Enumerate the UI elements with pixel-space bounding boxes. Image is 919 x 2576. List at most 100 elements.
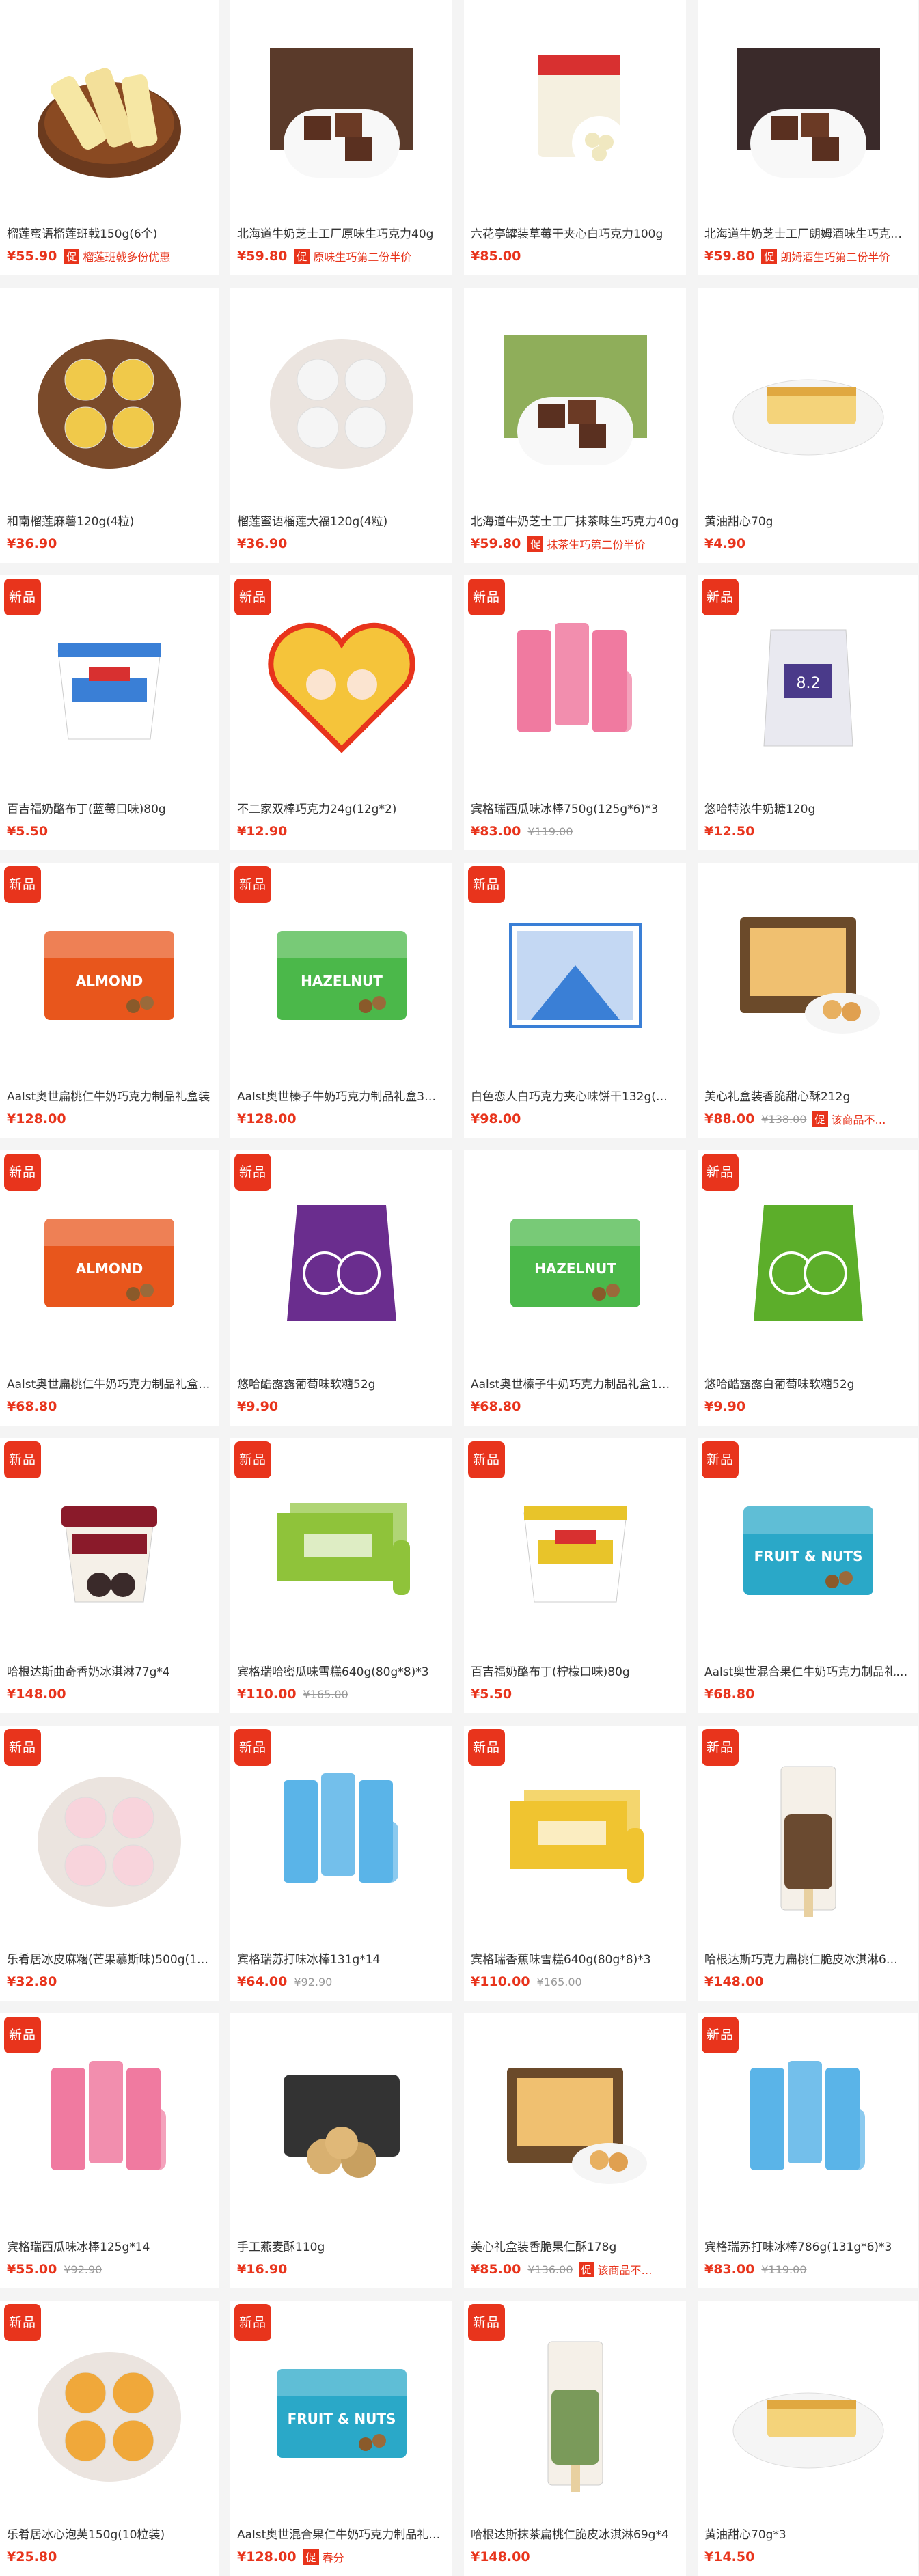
- product-card[interactable]: 榴莲蜜语榴莲大福120g(4粒) ¥36.90: [230, 288, 452, 563]
- product-name[interactable]: 北海道牛奶芝士工厂原味生巧克力40g: [237, 224, 445, 241]
- product-card[interactable]: 北海道牛奶芝士工厂抹茶味生巧克力40g ¥59.80 促抹茶生巧第二份半价: [464, 288, 686, 563]
- product-card[interactable]: 新品 哈根达斯抹茶扁桃仁脆皮冰淇淋69g*4 ¥148.00: [464, 2301, 686, 2576]
- product-card[interactable]: 新品 宾格瑞香蕉味雪糕640g(80g*8)*3 ¥110.00 ¥165.00: [464, 1726, 686, 2001]
- product-card[interactable]: 新品 哈根达斯巧克力扁桃仁脆皮冰淇淋6… ¥148.00: [698, 1726, 918, 2001]
- product-name[interactable]: 黄油甜心70g: [704, 512, 911, 529]
- product-card[interactable]: 新品 ALMOND Aalst奥世扁桃仁牛奶巧克力制品礼盒… ¥68.80: [0, 1150, 219, 1426]
- product-card[interactable]: 新品 哈根达斯曲奇香奶冰淇淋77g*4 ¥148.00: [0, 1438, 219, 1713]
- product-name[interactable]: 悠哈特浓牛奶糖120g: [704, 799, 911, 816]
- product-image[interactable]: [490, 890, 661, 1061]
- product-name[interactable]: 哈根达斯抹茶扁桃仁脆皮冰淇淋69g*4: [471, 2525, 679, 2542]
- product-image[interactable]: [723, 1178, 894, 1348]
- product-name[interactable]: Aalst奥世混合果仁牛奶巧克力制品礼…: [704, 1662, 911, 1679]
- product-image[interactable]: FRUIT & NUTS: [723, 1465, 894, 1636]
- product-card[interactable]: 北海道牛奶芝士工厂朗姆酒味生巧克力40g ¥59.80 促朗姆酒生巧第二份半价: [698, 0, 918, 275]
- product-image[interactable]: [723, 2040, 894, 2211]
- product-card[interactable]: 黄油甜心70g*3 ¥14.50: [698, 2301, 918, 2576]
- product-name[interactable]: 悠哈酷露露白葡萄味软糖52g: [704, 1374, 911, 1391]
- product-card[interactable]: 手工燕麦酥110g ¥16.90: [230, 2013, 452, 2288]
- product-card[interactable]: 新品 悠哈酷露露白葡萄味软糖52g ¥9.90: [698, 1150, 918, 1426]
- product-image[interactable]: [256, 27, 427, 198]
- product-card[interactable]: 新品 不二家双棒巧克力24g(12g*2) ¥12.90: [230, 575, 452, 850]
- product-image[interactable]: ALMOND: [24, 1178, 195, 1348]
- product-card[interactable]: 新品 宾格瑞哈密瓜味雪糕640g(80g*8)*3 ¥110.00 ¥165.00: [230, 1438, 452, 1713]
- product-card[interactable]: 新品 百吉福奶酪布丁(柠檬口味)80g ¥5.50: [464, 1438, 686, 1713]
- product-name[interactable]: 百吉福奶酪布丁(柠檬口味)80g: [471, 1662, 679, 1679]
- product-name[interactable]: 乐肴居冰心泡芙150g(10粒装): [7, 2525, 212, 2542]
- product-image[interactable]: [490, 1753, 661, 1924]
- product-name[interactable]: 宾格瑞西瓜味冰棒750g(125g*6)*3: [471, 799, 679, 816]
- product-card[interactable]: 新品 宾格瑞苏打味冰棒131g*14 ¥64.00 ¥92.90: [230, 1726, 452, 2001]
- product-name[interactable]: 乐肴居冰皮麻糬(芒果慕斯味)500g(1…: [7, 1950, 212, 1967]
- product-card[interactable]: 新品 HAZELNUT Aalst奥世榛子牛奶巧克力制品礼盒3… ¥128.00: [230, 863, 452, 1138]
- product-image[interactable]: [256, 1753, 427, 1924]
- product-image[interactable]: [723, 2328, 894, 2499]
- product-image[interactable]: [490, 2328, 661, 2499]
- product-image[interactable]: [490, 315, 661, 486]
- product-name[interactable]: Aalst奥世榛子牛奶巧克力制品礼盒1…: [471, 1374, 679, 1391]
- product-name[interactable]: 北海道牛奶芝士工厂抹茶味生巧克力40g: [471, 512, 679, 529]
- product-card[interactable]: 新品 宾格瑞西瓜味冰棒125g*14 ¥55.00 ¥92.90: [0, 2013, 219, 2288]
- product-card[interactable]: 新品 ALMOND Aalst奥世扁桃仁牛奶巧克力制品礼盒装 ¥128.00: [0, 863, 219, 1138]
- product-name[interactable]: 悠哈酷露露葡萄味软糖52g: [237, 1374, 445, 1391]
- product-name[interactable]: Aalst奥世扁桃仁牛奶巧克力制品礼盒…: [7, 1374, 212, 1391]
- product-name[interactable]: 百吉福奶酪布丁(蓝莓口味)80g: [7, 799, 212, 816]
- product-name[interactable]: 哈根达斯巧克力扁桃仁脆皮冰淇淋6…: [704, 1950, 911, 1967]
- product-name[interactable]: 宾格瑞苏打味冰棒131g*14: [237, 1950, 445, 1967]
- product-name[interactable]: 北海道牛奶芝士工厂朗姆酒味生巧克力40g: [704, 224, 911, 241]
- product-card[interactable]: 新品 宾格瑞西瓜味冰棒750g(125g*6)*3 ¥83.00 ¥119.00: [464, 575, 686, 850]
- product-name[interactable]: 宾格瑞香蕉味雪糕640g(80g*8)*3: [471, 1950, 679, 1967]
- product-image[interactable]: [723, 315, 894, 486]
- product-name[interactable]: 宾格瑞哈密瓜味雪糕640g(80g*8)*3: [237, 1662, 445, 1679]
- product-name[interactable]: 不二家双棒巧克力24g(12g*2): [237, 799, 445, 816]
- product-card[interactable]: 新品 乐肴居冰皮麻糬(芒果慕斯味)500g(1… ¥32.80: [0, 1726, 219, 2001]
- product-card[interactable]: HAZELNUT Aalst奥世榛子牛奶巧克力制品礼盒1… ¥68.80: [464, 1150, 686, 1426]
- product-card[interactable]: 黄油甜心70g ¥4.90: [698, 288, 918, 563]
- product-card[interactable]: 榴莲蜜语榴莲班戟150g(6个) ¥55.90 促榴莲班戟多份优惠: [0, 0, 219, 275]
- product-card[interactable]: 新品 FRUIT & NUTS Aalst奥世混合果仁牛奶巧克力制品礼… ¥128…: [230, 2301, 452, 2576]
- product-image[interactable]: [24, 2328, 195, 2499]
- product-card[interactable]: 和南榴莲麻薯120g(4粒) ¥36.90: [0, 288, 219, 563]
- product-name[interactable]: Aalst奥世扁桃仁牛奶巧克力制品礼盒装: [7, 1087, 212, 1104]
- product-image[interactable]: FRUIT & NUTS: [256, 2328, 427, 2499]
- product-image[interactable]: [24, 1465, 195, 1636]
- product-image[interactable]: [24, 315, 195, 486]
- product-image[interactable]: [24, 2040, 195, 2211]
- product-name[interactable]: 美心礼盒装香脆果仁酥178g: [471, 2237, 679, 2254]
- product-name[interactable]: 六花亭罐装草莓干夹心白巧克力100g: [471, 224, 679, 241]
- product-image[interactable]: [256, 315, 427, 486]
- product-name[interactable]: 宾格瑞苏打味冰棒786g(131g*6)*3: [704, 2237, 911, 2254]
- product-image[interactable]: [24, 1753, 195, 1924]
- product-name[interactable]: 白色恋人白巧克力夹心味饼干132g(…: [471, 1087, 679, 1104]
- product-image[interactable]: [256, 603, 427, 773]
- product-image[interactable]: [723, 890, 894, 1061]
- product-card[interactable]: 新品 百吉福奶酪布丁(蓝莓口味)80g ¥5.50: [0, 575, 219, 850]
- product-name[interactable]: 和南榴莲麻薯120g(4粒): [7, 512, 212, 529]
- product-image[interactable]: 8.2: [723, 603, 894, 773]
- product-name[interactable]: 宾格瑞西瓜味冰棒125g*14: [7, 2237, 212, 2254]
- product-name[interactable]: 黄油甜心70g*3: [704, 2525, 911, 2542]
- product-image[interactable]: HAZELNUT: [490, 1178, 661, 1348]
- product-name[interactable]: 榴莲蜜语榴莲班戟150g(6个): [7, 224, 212, 241]
- product-name[interactable]: 哈根达斯曲奇香奶冰淇淋77g*4: [7, 1662, 212, 1679]
- product-card[interactable]: 新品 乐肴居冰心泡芙150g(10粒装) ¥25.80: [0, 2301, 219, 2576]
- product-image[interactable]: HAZELNUT: [256, 890, 427, 1061]
- product-name[interactable]: 手工燕麦酥110g: [237, 2237, 445, 2254]
- product-card[interactable]: 新品 白色恋人白巧克力夹心味饼干132g(… ¥98.00: [464, 863, 686, 1138]
- product-image[interactable]: [256, 2040, 427, 2211]
- product-name[interactable]: 美心礼盒装香脆甜心酥212g: [704, 1087, 911, 1104]
- product-card[interactable]: 新品 宾格瑞苏打味冰棒786g(131g*6)*3 ¥83.00 ¥119.00: [698, 2013, 918, 2288]
- product-card[interactable]: 新品 悠哈酷露露葡萄味软糖52g ¥9.90: [230, 1150, 452, 1426]
- product-name[interactable]: 榴莲蜜语榴莲大福120g(4粒): [237, 512, 445, 529]
- product-card[interactable]: 北海道牛奶芝士工厂原味生巧克力40g ¥59.80 促原味生巧第二份半价: [230, 0, 452, 275]
- product-image[interactable]: [490, 27, 661, 198]
- product-image[interactable]: [490, 2040, 661, 2211]
- product-image[interactable]: [24, 603, 195, 773]
- product-image[interactable]: [256, 1465, 427, 1636]
- product-image[interactable]: [256, 1178, 427, 1348]
- product-card[interactable]: 六花亭罐装草莓干夹心白巧克力100g ¥85.00: [464, 0, 686, 275]
- product-card[interactable]: 新品 FRUIT & NUTS Aalst奥世混合果仁牛奶巧克力制品礼… ¥68.…: [698, 1438, 918, 1713]
- product-name[interactable]: Aalst奥世榛子牛奶巧克力制品礼盒3…: [237, 1087, 445, 1104]
- product-image[interactable]: [723, 1753, 894, 1924]
- product-image[interactable]: [723, 27, 894, 198]
